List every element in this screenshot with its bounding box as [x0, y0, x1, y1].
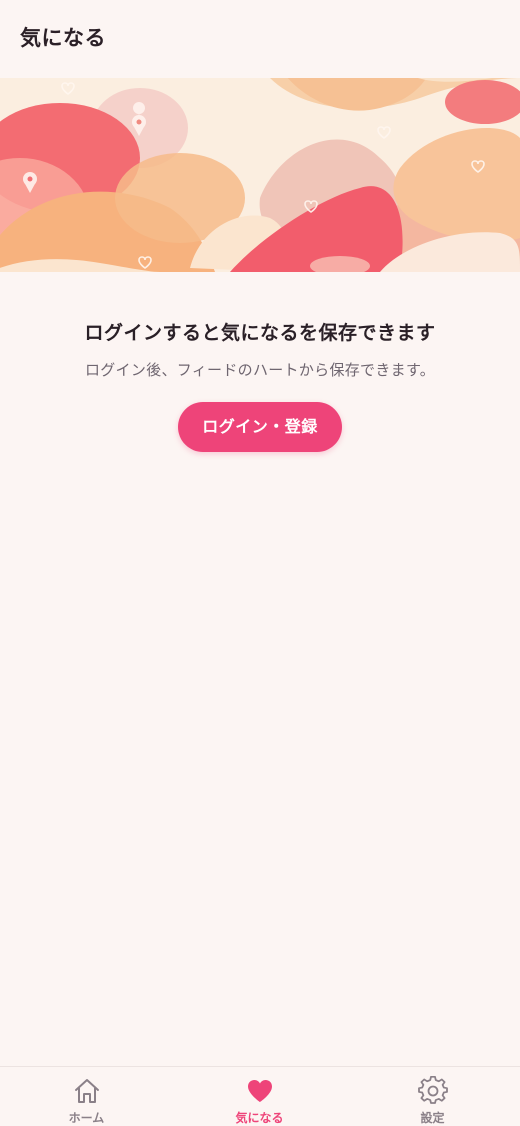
tab-home[interactable]: ホーム: [0, 1067, 173, 1126]
heart-icon: [247, 1080, 272, 1102]
tab-favorites-label: 気になる: [235, 1111, 284, 1125]
empty-state-subtitle: ログイン後、フィードのハートから保存できます。: [84, 361, 436, 379]
tab-settings[interactable]: 設定: [346, 1067, 519, 1126]
gear-icon: [417, 1076, 448, 1104]
home-icon: [74, 1079, 99, 1103]
empty-state: ログインすると気になるを保存できます ログイン後、フィードのハートから保存できま…: [0, 300, 520, 452]
app-header: 気になる: [0, 0, 520, 78]
tab-home-label: ホーム: [68, 1111, 105, 1125]
tab-favorites[interactable]: 気になる: [173, 1067, 346, 1126]
bottom-tab-bar: ホーム 気になる 設定: [0, 1066, 520, 1126]
hero-illustration: [0, 78, 520, 272]
tab-settings-label: 設定: [420, 1111, 445, 1125]
empty-state-title: ログインすると気になるを保存できます: [84, 322, 436, 344]
page-title: 気になる: [20, 26, 106, 50]
login-register-button[interactable]: ログイン・登録: [178, 402, 342, 452]
